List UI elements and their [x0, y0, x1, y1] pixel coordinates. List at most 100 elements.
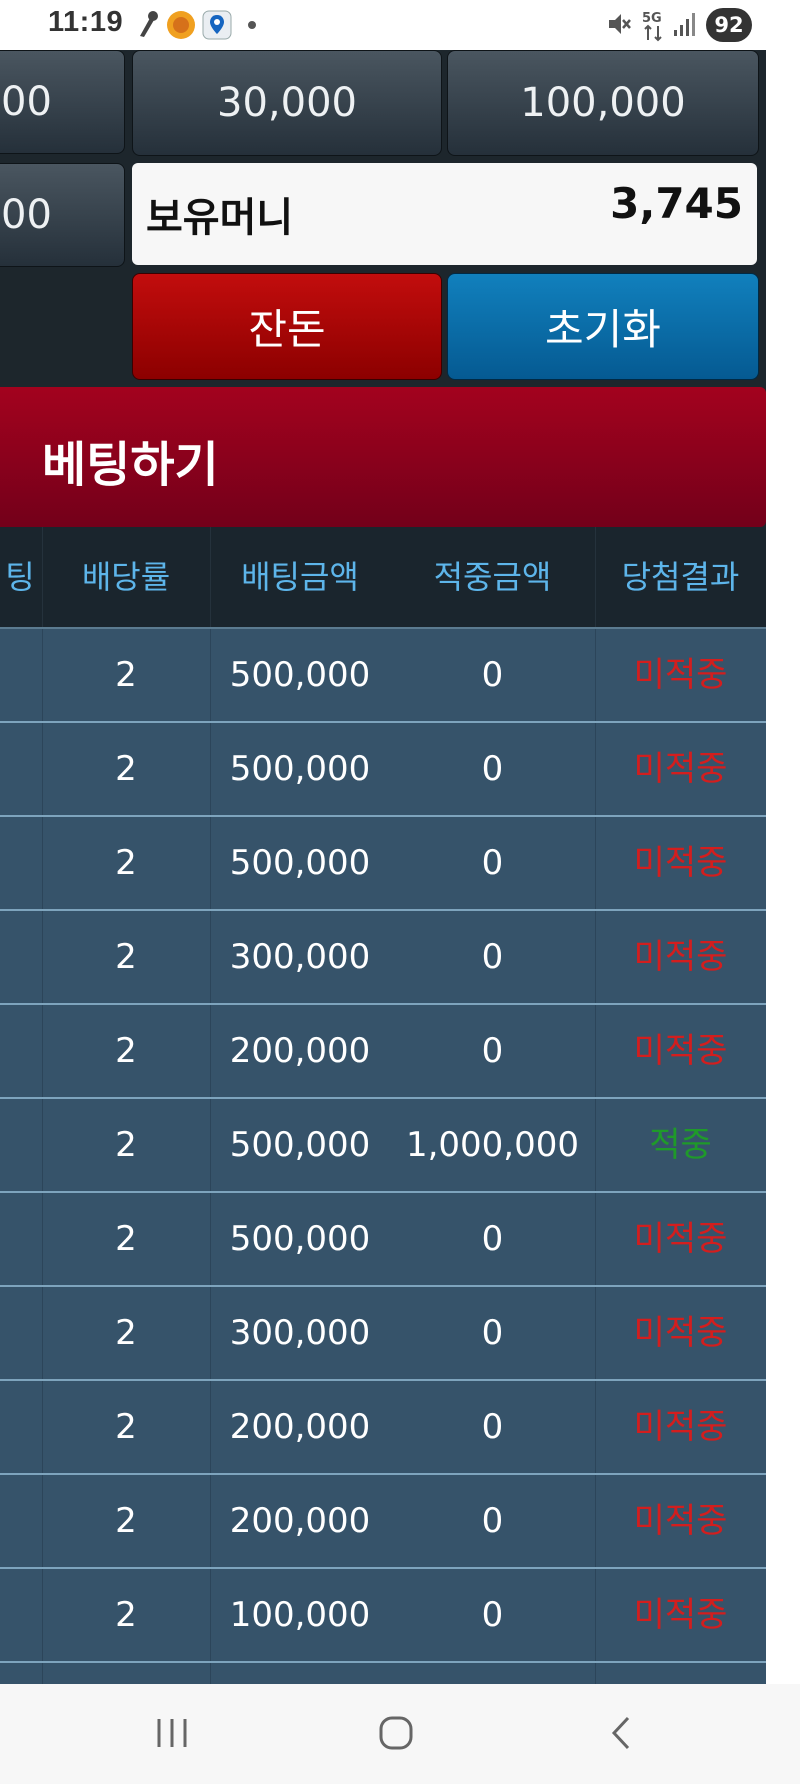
amount-button-partial-2[interactable]: 00: [0, 163, 125, 267]
odds-cell: 2: [115, 1595, 137, 1635]
bet-amount-cell: 500,000: [229, 749, 371, 789]
table-row: 2 200,000 0 미적중: [0, 1381, 766, 1475]
column-divider: [210, 1381, 211, 1473]
column-divider: [595, 911, 596, 1003]
column-divider: [42, 817, 43, 909]
column-divider: [210, 1193, 211, 1285]
table-row: 2 300,000 0 미적중: [0, 1287, 766, 1381]
column-divider: [42, 1663, 43, 1684]
column-divider: [42, 527, 43, 627]
settings-tool-icon: [134, 10, 160, 38]
balance-box: 보유머니 3,745: [132, 163, 757, 265]
column-divider: [595, 1193, 596, 1285]
table-row: 2 500,000 0 미적중: [0, 629, 766, 723]
column-divider: [595, 1475, 596, 1567]
bet-amount-cell: 200,000: [229, 1501, 371, 1541]
column-divider: [210, 629, 211, 721]
status-bar: 11:19 5G 92: [0, 0, 800, 50]
table-row: 2 500,000 0 미적중: [0, 817, 766, 911]
odds-cell: 2: [115, 1501, 137, 1541]
odds-cell: 2: [115, 1219, 137, 1259]
right-edge-gap: [766, 50, 800, 1684]
result-cell: 미적중: [633, 1313, 728, 1353]
amount-button-partial-1[interactable]: 00: [0, 50, 125, 154]
column-divider: [210, 1287, 211, 1379]
bet-amount-cell: 200,000: [229, 1407, 371, 1447]
column-divider: [42, 1381, 43, 1473]
column-divider: [595, 527, 596, 627]
odds-cell: 2: [115, 937, 137, 977]
table-header: 팅 배당률 배팅금액 적중금액 당첨결과: [0, 527, 766, 629]
betting-title: 베팅하기: [42, 437, 219, 493]
column-divider: [595, 1569, 596, 1661]
result-cell: 미적중: [633, 1595, 728, 1635]
column-header-result: 당첨결과: [621, 558, 740, 596]
column-divider: [210, 1099, 211, 1191]
balance-button[interactable]: 잔돈: [132, 273, 442, 380]
column-divider: [595, 1381, 596, 1473]
result-cell: 미적중: [633, 843, 728, 883]
reset-button[interactable]: 초기화: [447, 273, 759, 380]
column-divider: [595, 1663, 596, 1684]
bet-amount-cell: 500,000: [229, 655, 371, 695]
result-cell: 미적중: [633, 749, 728, 789]
notification-app-icon: [166, 10, 196, 40]
odds-cell: 2: [115, 749, 137, 789]
result-cell: 미적중: [633, 655, 728, 695]
table-row: 2 200,000 0 미적중: [0, 1005, 766, 1099]
back-icon[interactable]: [606, 1714, 636, 1756]
result-cell: [595, 1663, 766, 1684]
home-icon[interactable]: [378, 1715, 414, 1755]
amount-button-30000[interactable]: 30,000: [132, 50, 442, 156]
odds-cell: 2: [115, 843, 137, 883]
payout-amount-cell: 1,000,000: [405, 1125, 580, 1165]
payout-amount-cell: 0: [481, 1031, 504, 1071]
table-body: 2 500,000 0 미적중 2 500,000 0 미적중 2 500,000 0 미적중 2 300…: [0, 629, 766, 1684]
balance-label: 보유머니: [146, 195, 294, 241]
betting-app: 00 30,000 100,000 00 보유머니 3,745 잔돈 초기화 베…: [0, 50, 766, 1684]
column-divider: [42, 1099, 43, 1191]
column-divider: [210, 1475, 211, 1567]
amount-button-100000[interactable]: 100,000: [447, 50, 759, 156]
odds-cell: 2: [115, 1313, 137, 1353]
bet-amount-cell: 100,000: [210, 1663, 390, 1684]
table-row: 2 500,000 1,000,000 적중: [0, 1099, 766, 1193]
result-cell: 미적중: [633, 1501, 728, 1541]
column-header-payout-amount: 적중금액: [433, 558, 552, 596]
bet-amount-cell: 100,000: [229, 1595, 371, 1635]
mute-icon: [606, 10, 632, 38]
odds-cell: 2: [115, 655, 137, 695]
column-divider: [42, 1005, 43, 1097]
betting-table: 팅 배당률 배팅금액 적중금액 당첨결과 2 500,000 0 미적중 2 500,00…: [0, 527, 766, 1684]
result-cell: 적중: [649, 1125, 712, 1165]
column-divider: [42, 1287, 43, 1379]
column-divider: [210, 1569, 211, 1661]
payout-amount-cell: 0: [481, 937, 504, 977]
column-divider: [595, 629, 596, 721]
column-divider: [210, 527, 211, 627]
result-cell: 미적중: [633, 1031, 728, 1071]
column-header-odds: 배당률: [81, 558, 171, 596]
betting-header: 베팅하기: [0, 387, 766, 527]
column-divider: [595, 1099, 596, 1191]
table-row: 2 500,000 0 미적중: [0, 1193, 766, 1287]
column-divider: [210, 723, 211, 815]
svg-text:5G: 5G: [642, 11, 662, 26]
result-cell: 미적중: [633, 1407, 728, 1447]
result-cell: 미적중: [633, 1219, 728, 1259]
5g-icon: 5G: [640, 8, 668, 42]
status-time: 11:19: [48, 6, 124, 38]
bet-amount-cell: 500,000: [229, 1125, 371, 1165]
column-divider: [42, 911, 43, 1003]
recent-apps-icon[interactable]: [154, 1716, 190, 1754]
bet-amount-cell: 300,000: [229, 1313, 371, 1353]
odds-cell: 2: [115, 1031, 137, 1071]
signal-icon: [672, 10, 698, 38]
payout-amount-cell: 0: [481, 1501, 504, 1541]
column-divider: [210, 911, 211, 1003]
odds-cell: 2: [115, 1407, 137, 1447]
payout-amount-cell: 0: [481, 655, 504, 695]
table-row: 2 100,000 0 미적중: [0, 1569, 766, 1663]
bet-amount-cell: 300,000: [229, 937, 371, 977]
bet-amount-cell: 500,000: [229, 1219, 371, 1259]
